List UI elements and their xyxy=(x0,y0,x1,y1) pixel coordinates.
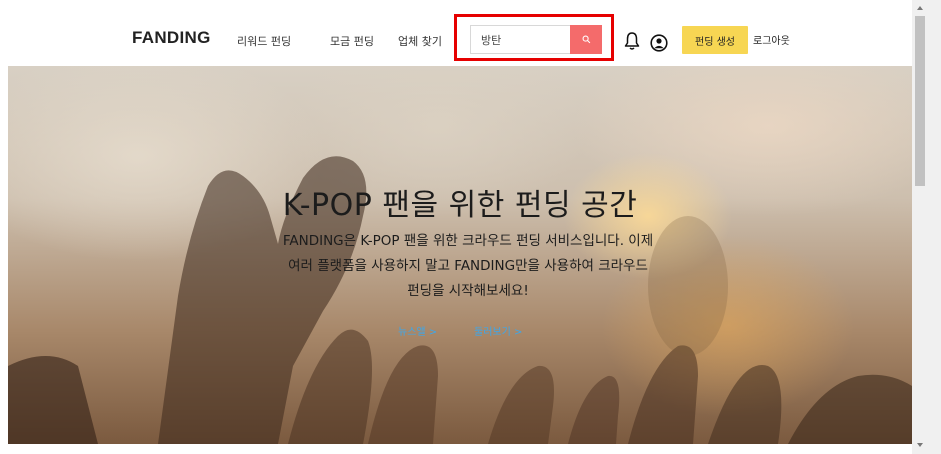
hero-banner: K-POP 팬을 위한 펀딩 공간 FANDING은 K-POP 팬을 위한 크… xyxy=(8,66,912,444)
create-funding-button[interactable]: 펀딩 생성 xyxy=(682,26,748,54)
hero-description-line: 여러 플랫폼을 사용하지 말고 FANDING만을 사용하여 크라우드 xyxy=(288,258,648,274)
top-navbar: FANDING 리워드 펀딩 모금 펀딩 업체 찾기 펀딩 생성 로그아웃 xyxy=(0,0,912,66)
user-circle-icon[interactable] xyxy=(650,34,668,52)
scroll-down-arrow-icon[interactable] xyxy=(915,440,925,450)
bell-icon[interactable] xyxy=(623,31,641,51)
hero-explore-link[interactable]: 둘러보기 > xyxy=(474,323,522,338)
nav-find-companies[interactable]: 업체 찾기 xyxy=(398,33,442,49)
hero-description-line: FANDING은 K-POP 팬을 위한 크라우드 펀딩 서비스입니다. 이제 xyxy=(282,233,654,249)
logout-link[interactable]: 로그아웃 xyxy=(753,32,790,47)
hero-description: FANDING은 K-POP 팬을 위한 크라우드 펀딩 서비스입니다. 이제 … xyxy=(233,229,703,304)
hero-description-line: 펀딩을 시작해보세요! xyxy=(407,283,529,299)
hero-news-link[interactable]: 뉴스앨 > xyxy=(398,323,437,338)
scroll-up-arrow-icon[interactable] xyxy=(915,3,925,13)
search-input[interactable] xyxy=(470,25,570,54)
search-button[interactable] xyxy=(570,25,602,54)
search-icon xyxy=(582,35,590,44)
nav-donation-funding[interactable]: 모금 펀딩 xyxy=(330,33,374,49)
site-logo[interactable]: FANDING xyxy=(132,28,211,48)
scrollbar-thumb[interactable] xyxy=(915,16,925,186)
hero-title: K-POP 팬을 위한 펀딩 공간 xyxy=(282,188,638,223)
nav-reward-funding[interactable]: 리워드 펀딩 xyxy=(237,33,291,49)
